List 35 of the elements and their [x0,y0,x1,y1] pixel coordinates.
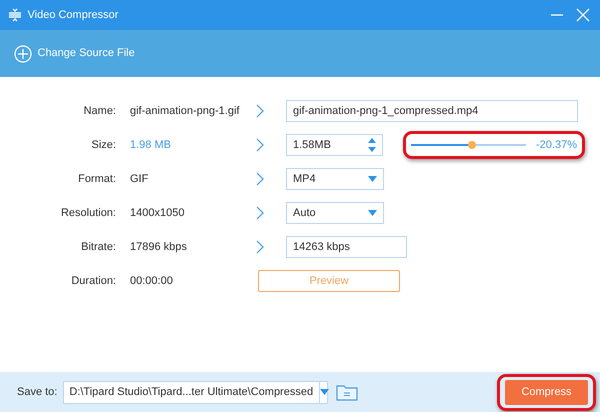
dropdown-select[interactable]: Auto [286,202,384,224]
caret-down-icon [368,210,377,216]
folder-icon[interactable] [336,383,358,401]
close-icon[interactable] [576,8,590,22]
field-label: Name: [82,104,117,119]
up-down-arrows-icon [368,137,376,153]
percent-reading: -20.37% [536,138,577,153]
caret-down-icon[interactable] [320,389,329,395]
chevron-right-icon [256,104,264,118]
source-value: 00:00:00 [130,274,174,289]
chevron-right-icon [256,240,264,254]
field-label: Size: [90,138,117,153]
chevron-right-icon [256,172,264,186]
caret-down-icon [368,176,377,182]
output-field[interactable]: gif-animation-png-1_compressed.mp4 [286,100,578,122]
size-slider[interactable] [411,139,526,151]
save-path-field[interactable]: D:\Tipard Studio\Tipard...ter Ultimate\Compressed [62,380,328,404]
compress-icon [8,8,22,22]
source-value: gif-animation-png-1.gif [130,104,240,119]
size-spinner[interactable]: 1.58MB [286,134,383,156]
chevron-right-icon [256,138,264,152]
window-title: Video Compressor [28,8,118,23]
dropdown-select[interactable]: MP4 [286,168,384,190]
chevron-right-icon [256,206,264,220]
field-label: Duration: [70,274,117,289]
source-value: 1.98 MB [130,138,172,153]
save-to-label: Save to: [17,384,58,400]
source-value: GIF [130,172,150,187]
field-label: Bitrate: [80,240,117,255]
source-value: 17896 kbps [130,240,188,255]
plus-circle-icon [14,44,32,62]
output-field[interactable]: 14263 kbps [286,236,407,258]
field-label: Format: [77,172,117,187]
source-value: 1400x1050 [130,206,186,221]
field-label: Resolution: [60,206,117,221]
